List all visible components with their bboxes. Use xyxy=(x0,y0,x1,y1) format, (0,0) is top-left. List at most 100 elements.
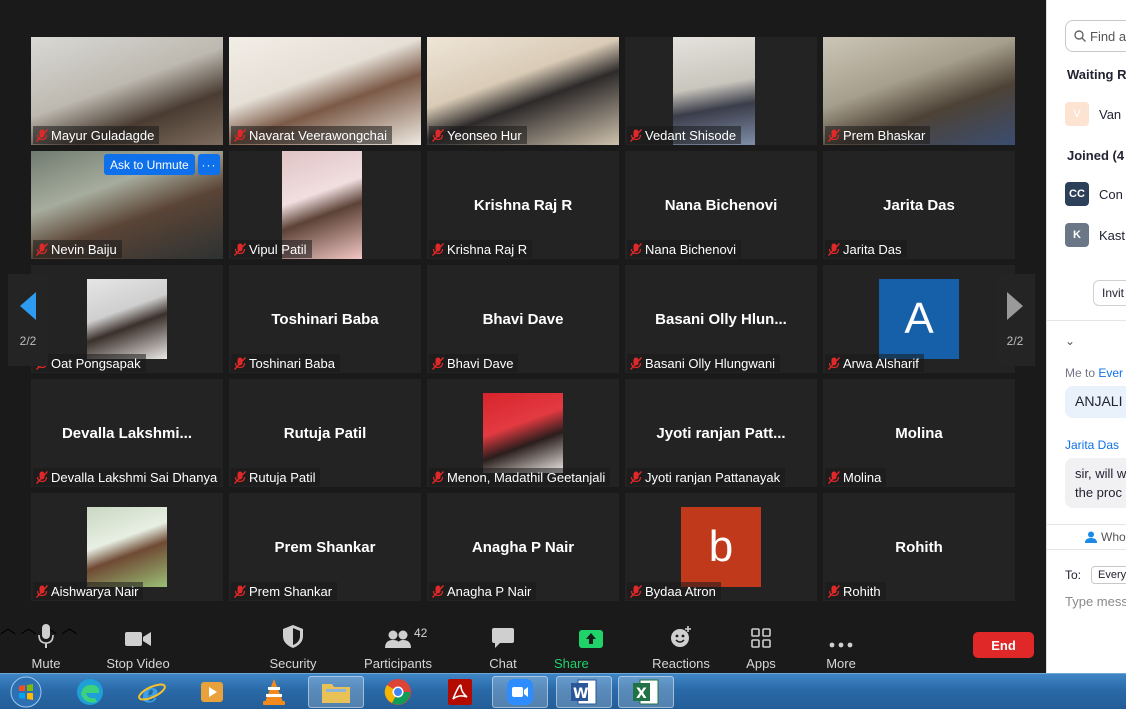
participant-tile[interactable]: b Bydaa Atron xyxy=(625,493,817,601)
smiley-icon xyxy=(670,624,692,648)
taskbar-edge[interactable] xyxy=(62,676,118,708)
microphone-muted-icon xyxy=(234,242,246,256)
stop-video-button[interactable]: Stop Video xyxy=(104,624,172,671)
participant-tile[interactable]: Oat Pongsapak xyxy=(31,265,223,373)
message-2-bubble: sir, will w the proc xyxy=(1065,458,1126,508)
waiting-participant[interactable]: V Van xyxy=(1065,102,1121,126)
participant-tile[interactable]: Anagha P Nair Anagha P Nair xyxy=(427,493,619,601)
participant-tile[interactable]: Basani Olly Hlun... Basani Olly Hlungwani xyxy=(625,265,817,373)
microphone-muted-icon xyxy=(630,584,642,598)
participant-name-label: Bhavi Dave xyxy=(429,354,519,372)
participant-name-label: Mayur Guladagde xyxy=(33,126,160,144)
taskbar-internet-explorer[interactable]: e xyxy=(124,676,180,708)
participant-tile[interactable]: Vedant Shisode xyxy=(625,37,817,145)
participant-tile[interactable]: Prem Shankar Prem Shankar xyxy=(229,493,421,601)
participant-tile[interactable]: Navarat Veerawongchai xyxy=(229,37,421,145)
taskbar-file-explorer[interactable] xyxy=(308,676,364,708)
microphone-muted-icon xyxy=(234,470,246,484)
participant-name: Navarat Veerawongchai xyxy=(249,127,388,143)
vlc-cone-icon xyxy=(263,679,285,705)
taskbar-chrome[interactable] xyxy=(370,676,426,708)
participants-label: Participants xyxy=(364,656,432,671)
joined-participant-name: Con xyxy=(1099,186,1123,202)
participant-tile[interactable]: Molina Molina xyxy=(823,379,1015,487)
ask-to-unmute-button[interactable]: Ask to Unmute xyxy=(104,154,195,175)
participant-name-label: Prem Bhaskar xyxy=(825,126,931,144)
participant-tile[interactable]: Jyoti ranjan Patt... Jyoti ranjan Pattana… xyxy=(625,379,817,487)
message-2-line-1: sir, will w xyxy=(1075,466,1126,481)
chevron-down-icon[interactable]: ⌄ xyxy=(1065,334,1075,348)
participant-name-label: Vipul Patil xyxy=(231,240,312,258)
chrome-icon xyxy=(384,679,411,705)
participant-tile[interactable]: Devalla Lakshmi... Devalla Lakshmi Sai Dh… xyxy=(31,379,223,487)
word-icon: W xyxy=(571,679,597,705)
participant-name: Menon, Madathil Geetanjali xyxy=(447,469,606,485)
excel-icon: X xyxy=(633,679,659,705)
mute-button[interactable]: Mute xyxy=(26,624,66,671)
participant-name-label: Navarat Veerawongchai xyxy=(231,126,393,144)
audio-options-caret-icon[interactable]: ︿ xyxy=(0,620,16,637)
participant-tile[interactable]: Toshinari Baba Toshinari Baba xyxy=(229,265,421,373)
participant-tile[interactable]: Menon, Madathil Geetanjali xyxy=(427,379,619,487)
participant-name: Oat Pongsapak xyxy=(51,355,141,371)
security-button[interactable]: Security xyxy=(268,624,318,671)
participant-name-label: Jarita Das xyxy=(825,240,907,258)
participant-name: Nana Bichenovi xyxy=(645,241,737,257)
participant-name: Vipul Patil xyxy=(249,241,307,257)
participant-name: Rohith xyxy=(843,583,881,599)
participant-display-name: Prem Shankar xyxy=(274,539,376,556)
taskbar-vlc[interactable] xyxy=(246,676,302,708)
end-meeting-button[interactable]: End xyxy=(973,632,1034,658)
taskbar-zoom[interactable] xyxy=(492,676,548,708)
participant-name: Krishna Raj R xyxy=(447,241,528,257)
next-page-button[interactable]: 2/2 xyxy=(995,274,1035,366)
chat-button[interactable]: Chat xyxy=(486,624,520,671)
who-can-see-button[interactable]: Who xyxy=(1047,524,1126,550)
participant-name: Rutuja Patil xyxy=(249,469,316,485)
taskbar-acrobat[interactable] xyxy=(432,676,488,708)
participant-name-label: Prem Shankar xyxy=(231,582,338,600)
participant-name-label: Menon, Madathil Geetanjali xyxy=(429,468,611,486)
apps-icon xyxy=(751,624,771,648)
tile-more-options-button[interactable]: ··· xyxy=(198,154,220,175)
participant-tile[interactable]: Jarita Das Jarita Das xyxy=(823,151,1015,259)
taskbar-word[interactable]: W xyxy=(556,676,612,708)
microphone-muted-icon xyxy=(432,584,444,598)
participant-name-label: Toshinari Baba xyxy=(231,354,340,372)
chat-message-input[interactable]: Type mess xyxy=(1065,594,1126,609)
participant-tile[interactable]: Yeonseo Hur xyxy=(427,37,619,145)
participant-tile[interactable]: Nana Bichenovi Nana Bichenovi xyxy=(625,151,817,259)
taskbar-media-player[interactable] xyxy=(184,676,240,708)
taskbar-excel[interactable]: X xyxy=(618,676,674,708)
participant-display-name: Devalla Lakshmi... xyxy=(61,425,193,442)
participant-name: Mayur Guladagde xyxy=(51,127,155,143)
participant-name: Yeonseo Hur xyxy=(447,127,522,143)
avatar: K xyxy=(1065,223,1089,247)
participant-tile[interactable]: Krishna Raj R Krishna Raj R xyxy=(427,151,619,259)
more-button[interactable]: More xyxy=(824,624,858,671)
recipient-select[interactable]: Everyo xyxy=(1091,566,1126,584)
participant-name: Prem Shankar xyxy=(249,583,333,599)
reactions-button[interactable]: Reactions xyxy=(652,624,710,671)
participant-profile-photo xyxy=(87,279,167,359)
avatar: CC xyxy=(1065,182,1089,206)
participant-tile[interactable]: Mayur Guladagde xyxy=(31,37,223,145)
participant-tile[interactable]: Rohith Rohith xyxy=(823,493,1015,601)
participant-tile[interactable]: Rutuja Patil Rutuja Patil xyxy=(229,379,421,487)
apps-button[interactable]: Apps xyxy=(744,624,778,671)
previous-page-button[interactable]: 2/2 xyxy=(8,274,48,366)
participant-profile-photo xyxy=(483,393,563,473)
participant-tile[interactable]: Vipul Patil xyxy=(229,151,421,259)
joined-participant[interactable]: K Kast xyxy=(1065,223,1125,247)
joined-participant[interactable]: CC Con xyxy=(1065,182,1123,206)
participant-tile[interactable]: Prem Bhaskar xyxy=(823,37,1015,145)
zoom-icon xyxy=(507,679,533,705)
participant-search-input[interactable]: Find a xyxy=(1065,20,1126,52)
participant-tile[interactable]: A Arwa Alsharif xyxy=(823,265,1015,373)
microphone-muted-icon xyxy=(432,242,444,256)
start-button[interactable] xyxy=(6,675,46,709)
participant-tile[interactable]: Bhavi Dave Bhavi Dave xyxy=(427,265,619,373)
participant-tile[interactable]: Aishwarya Nair xyxy=(31,493,223,601)
message-1-recipient: Ever xyxy=(1098,366,1124,380)
invite-button[interactable]: Invit xyxy=(1093,280,1126,306)
